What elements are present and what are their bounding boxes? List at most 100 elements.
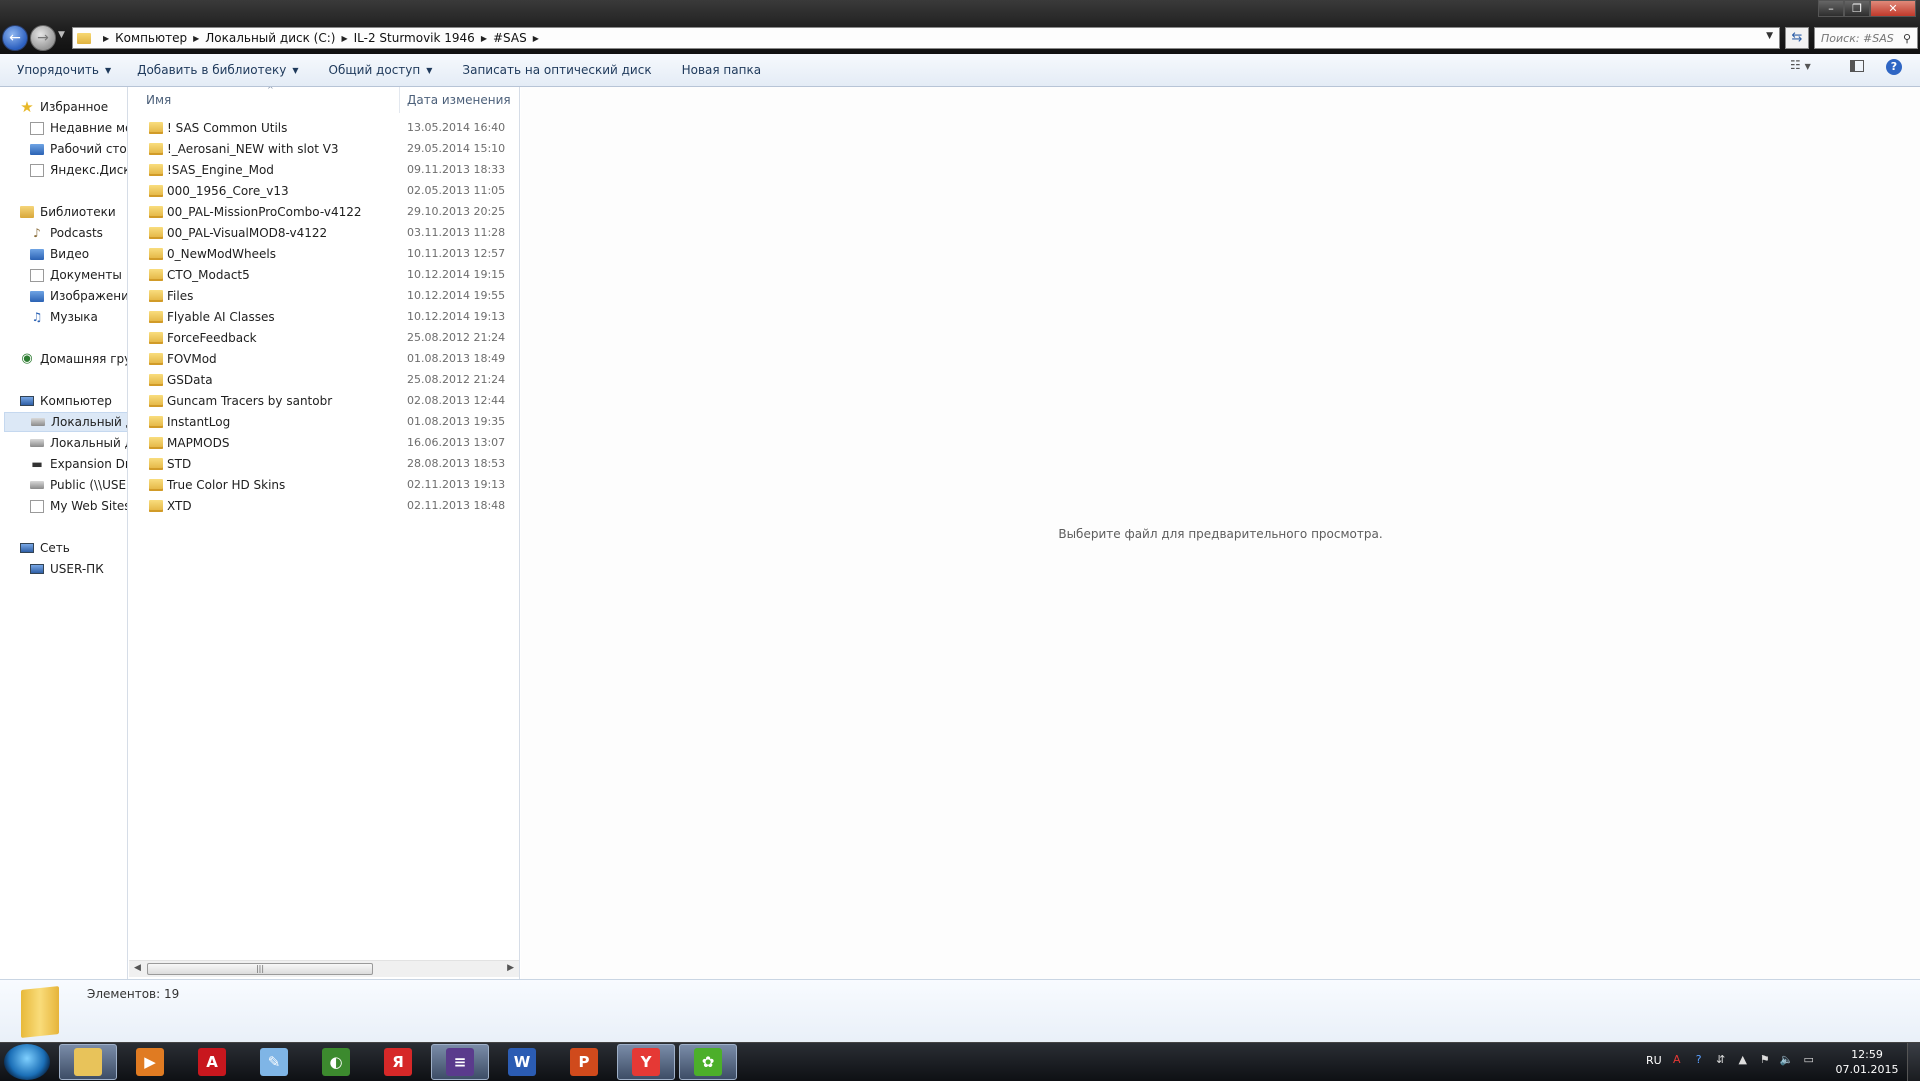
table-row[interactable]: 00_PAL-VisualMOD8-v4122 03.11.2013 11:28 [129,222,519,243]
back-button[interactable]: ← [2,25,28,51]
table-row[interactable]: CTO_Modact5 10.12.2014 19:15 [129,264,519,285]
taskbar-app-word[interactable]: W [493,1044,551,1080]
table-row[interactable]: True Color HD Skins 02.11.2013 19:13 [129,474,519,495]
breadcrumb-arrow-icon[interactable]: ▶ [193,34,199,43]
nav-yandex-disk[interactable]: Яндекс.Диск [30,160,127,180]
table-row[interactable]: MAPMODS 16.06.2013 13:07 [129,432,519,453]
search-input[interactable] [1815,30,1903,46]
breadcrumb-arrow-icon[interactable]: ▶ [341,34,347,43]
taskbar-app-notepad[interactable]: ✎ [245,1044,303,1080]
taskbar-app-corel[interactable]: ◐ [307,1044,365,1080]
breadcrumb-il2[interactable]: IL-2 Sturmovik 1946 [354,31,475,45]
nav-podcasts[interactable]: ♪ Podcasts [30,223,127,243]
taskbar-app-yandex[interactable]: Я [369,1044,427,1080]
table-row[interactable]: !_Aerosani_NEW with slot V3 29.05.2014 15… [129,138,519,159]
nav-expansion-drive[interactable]: ▬ Expansion Drive [30,454,127,474]
nav-public-share[interactable]: Public (\\USER-ПК) [30,475,127,495]
maximize-button[interactable]: ❐ [1844,0,1870,17]
nav-computer[interactable]: Компьютер [20,391,127,411]
clock[interactable]: 12:59 07.01.2015 [1834,1047,1900,1077]
organize-button[interactable]: Упорядочить ▼ [8,58,120,82]
table-row[interactable]: !SAS_Engine_Mod 09.11.2013 18:33 [129,159,519,180]
scrollbar-thumb[interactable]: ||| [147,963,373,975]
help-tray-icon[interactable]: ? [1692,1053,1706,1067]
show-desktop-button[interactable] [1907,1043,1920,1081]
taskbar-app-powerpoint[interactable]: P [555,1044,613,1080]
nav-local-disk-c[interactable]: Локальный диск (C:) [4,412,127,432]
add-to-library-button[interactable]: Добавить в библиотеку ▼ [128,58,307,82]
table-row[interactable]: XTD 02.11.2013 18:48 [129,495,519,516]
nav-music[interactable]: ♫ Музыка [30,307,127,327]
preview-pane-toggle-icon[interactable] [1850,60,1864,72]
column-header-date[interactable]: Дата изменения [407,87,511,113]
table-row[interactable]: 000_1956_Core_v13 02.05.2013 11:05 [129,180,519,201]
acrobat-tray-icon[interactable]: A [1670,1053,1684,1067]
table-row[interactable]: 00_PAL-MissionProCombo-v4122 29.10.2013 2… [129,201,519,222]
horizontal-scrollbar[interactable]: ◀ ||| ▶ [129,960,519,977]
nav-user-pc[interactable]: USER-ПК [30,559,127,579]
nav-homegroup[interactable]: ◉ Домашняя группа [20,349,127,369]
folder-icon [77,32,91,44]
refresh-button[interactable]: ⇆ [1785,27,1809,49]
scroll-right-icon[interactable]: ▶ [507,963,514,973]
close-button[interactable]: ✕ [1870,0,1916,17]
table-row[interactable]: GSData 25.08.2012 21:24 [129,369,519,390]
nav-local-disk-d[interactable]: Локальный диск (D:) [30,433,127,453]
folder-icon [149,457,163,470]
display-icon[interactable]: ▭ [1802,1053,1816,1067]
change-view-button[interactable]: ☷ ▼ [1790,58,1811,72]
table-row[interactable]: STD 28.08.2013 18:53 [129,453,519,474]
language-indicator[interactable]: RU [1646,1054,1662,1067]
breadcrumb-sas[interactable]: #SAS [493,31,527,45]
table-row[interactable]: ! SAS Common Utils 13.05.2014 16:40 [129,117,519,138]
column-divider[interactable] [399,87,400,113]
search-box[interactable]: ⚲ [1814,27,1918,49]
nav-documents[interactable]: Документы [30,265,127,285]
start-button[interactable] [4,1044,50,1080]
address-dropdown-icon[interactable]: ▼ [1766,31,1773,41]
nav-images[interactable]: Изображения [30,286,127,306]
breadcrumb-arrow-icon[interactable]: ▶ [103,34,109,43]
taskbar-app-explorer[interactable] [59,1044,117,1080]
nav-libraries[interactable]: Библиотеки [20,202,127,222]
taskbar-app-acrobat[interactable]: A [183,1044,241,1080]
nav-favorites[interactable]: ★ Избранное [20,97,127,117]
table-row[interactable]: InstantLog 01.08.2013 19:35 [129,411,519,432]
network-tray-icon[interactable]: ⇵ [1714,1053,1728,1067]
table-row[interactable]: ForceFeedback 25.08.2012 21:24 [129,327,519,348]
nav-my-web-sites[interactable]: My Web Sites on MSN [30,496,127,516]
file-date: 01.08.2013 18:49 [407,352,506,365]
show-hidden-icons-icon[interactable]: ▲ [1736,1053,1750,1067]
help-icon[interactable]: ? [1886,59,1902,75]
taskbar-app-icq[interactable]: ✿ [679,1044,737,1080]
column-header-name[interactable]: Имя [146,87,171,113]
taskbar-app-yandex-browser[interactable]: Y [617,1044,675,1080]
action-center-flag-icon[interactable]: ⚑ [1758,1053,1772,1067]
minimize-button[interactable]: – [1818,0,1844,17]
table-row[interactable]: Guncam Tracers by santobr 02.08.2013 12:4… [129,390,519,411]
breadcrumb-arrow-icon[interactable]: ▶ [481,34,487,43]
breadcrumb-local-disk[interactable]: Локальный диск (C:) [205,31,335,45]
nav-recent-places[interactable]: Недавние места [30,118,127,138]
nav-desktop[interactable]: Рабочий стол [30,139,127,159]
recent-pages-chevron-icon[interactable]: ▼ [58,30,65,40]
arrow-left-icon: ← [9,30,21,46]
address-bar[interactable]: ▶ Компьютер ▶ Локальный диск (C:) ▶ IL-2… [72,27,1780,49]
nav-video[interactable]: Видео [30,244,127,264]
taskbar-app-winrar[interactable]: ≡ [431,1044,489,1080]
scroll-left-icon[interactable]: ◀ [134,963,141,973]
table-row[interactable]: Files 10.12.2014 19:55 [129,285,519,306]
share-button[interactable]: Общий доступ ▼ [320,58,442,82]
table-row[interactable]: Flyable AI Classes 10.12.2014 19:13 [129,306,519,327]
table-row[interactable]: FOVMod 01.08.2013 18:49 [129,348,519,369]
forward-button[interactable]: → [30,25,56,51]
nav-network[interactable]: Сеть [20,538,127,558]
taskbar-app-media-player[interactable]: ▶ [121,1044,179,1080]
burn-button[interactable]: Записать на оптический диск [453,58,660,82]
breadcrumb-computer[interactable]: Компьютер [115,31,187,45]
table-row[interactable]: 0_NewModWheels 10.11.2013 12:57 [129,243,519,264]
search-icon[interactable]: ⚲ [1903,32,1911,45]
volume-icon[interactable]: 🔈 [1780,1053,1794,1067]
breadcrumb-arrow-icon[interactable]: ▶ [533,34,539,43]
new-folder-button[interactable]: Новая папка [673,58,770,82]
